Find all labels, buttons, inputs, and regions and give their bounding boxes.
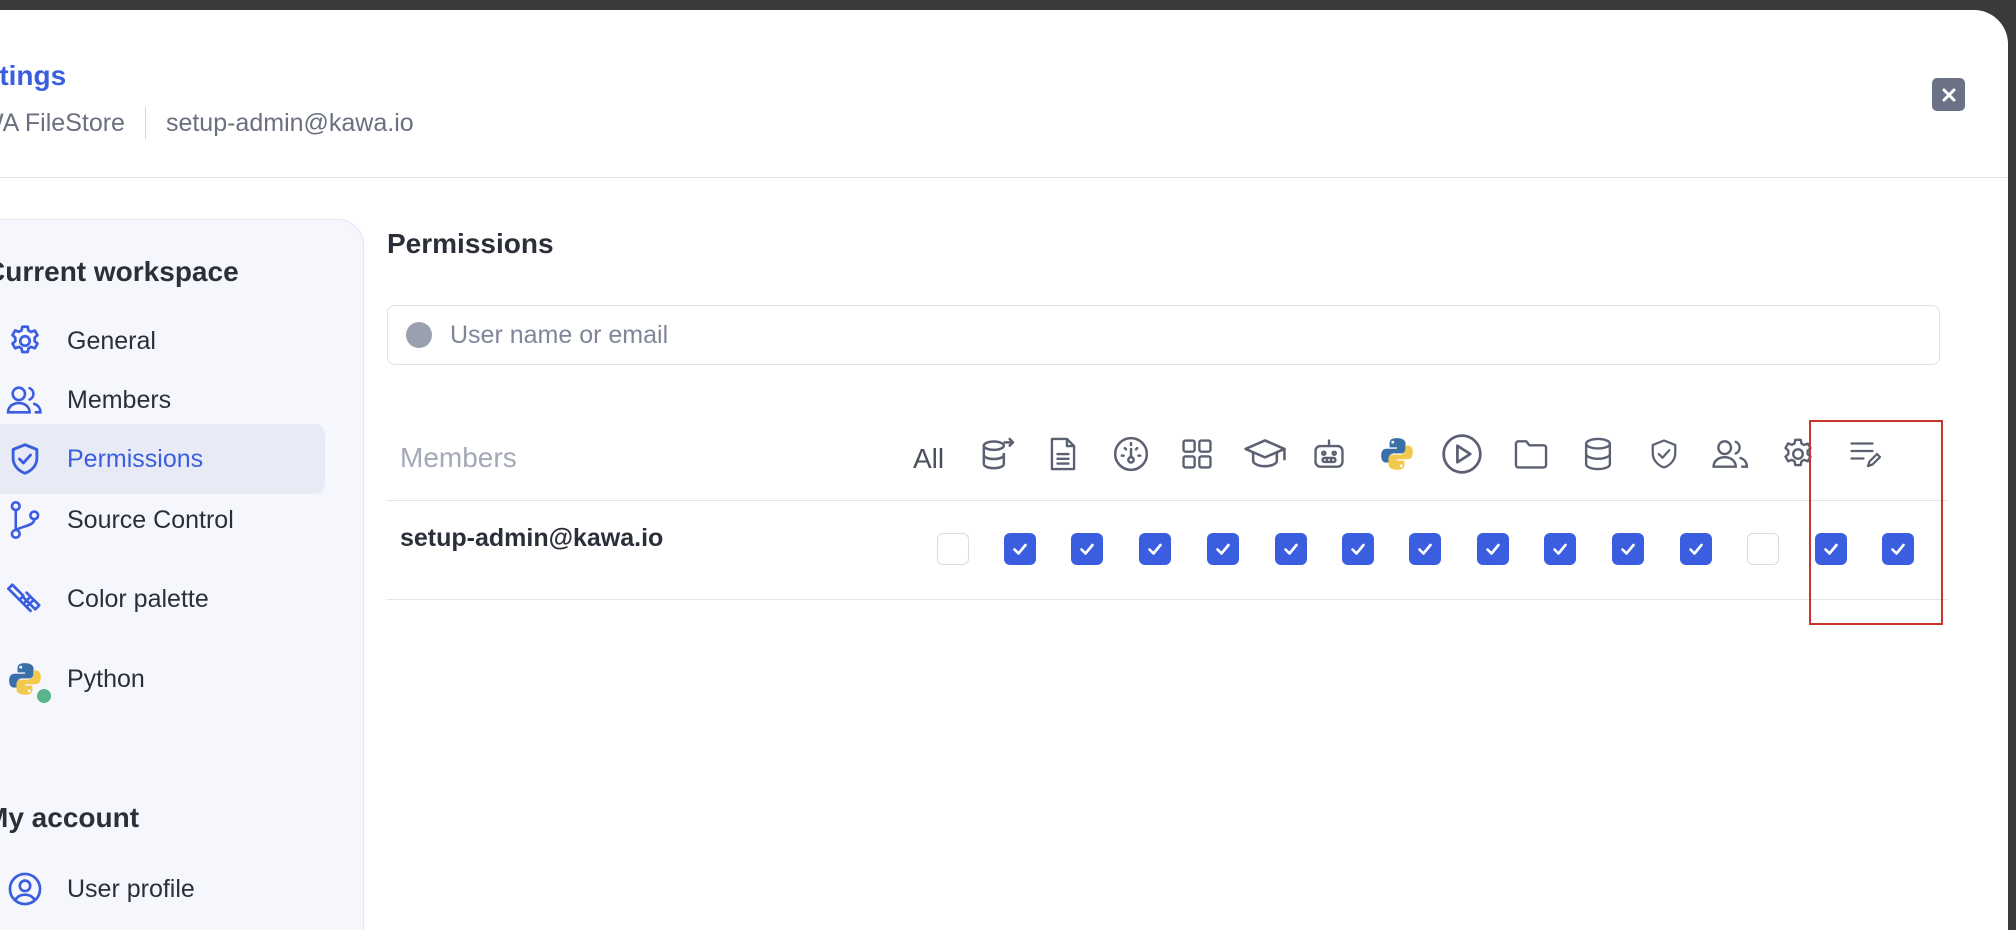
sidebar-item-label: Permissions (67, 444, 204, 473)
check-icon (1621, 543, 1635, 555)
paint-brush-icon (3, 577, 47, 621)
checkbox-members[interactable] (1747, 533, 1779, 565)
check-icon (1418, 543, 1432, 555)
sidebar-item-source-control[interactable]: Source Control (0, 485, 325, 555)
my-account-heading: My account (0, 802, 140, 833)
sidebar-item-label: Source Control (67, 505, 234, 534)
sidebar-item-python[interactable]: Python (0, 644, 325, 714)
workspace-name: WA FileStore (0, 108, 125, 137)
modal-title: ttings (0, 60, 67, 91)
sidebar-item-label: Color palette (67, 584, 209, 613)
shield-check-icon (3, 437, 47, 481)
modal-header: ttings WA FileStore setup-admin@kawa.io (0, 10, 2008, 178)
current-workspace-heading: Current workspace (0, 256, 239, 287)
check-icon (1553, 543, 1567, 555)
check-icon (1216, 543, 1230, 555)
graduation-cap-icon[interactable] (1243, 432, 1287, 476)
robot-icon[interactable] (1307, 432, 1351, 476)
check-icon (1284, 543, 1298, 555)
python-status-dot (35, 687, 53, 705)
search-box[interactable] (387, 305, 1940, 365)
gear-icon (3, 319, 47, 363)
checkbox-security[interactable] (1680, 533, 1712, 565)
checkbox-settings[interactable] (1815, 533, 1847, 565)
checkbox-run[interactable] (1477, 533, 1509, 565)
check-icon (1080, 543, 1094, 555)
list-edit-icon[interactable] (1843, 432, 1887, 476)
table-row: setup-admin@kawa.io (387, 501, 1948, 600)
folder-icon[interactable] (1509, 432, 1553, 476)
checkbox-database-export[interactable] (1004, 533, 1036, 565)
shield-check-icon[interactable] (1642, 432, 1686, 476)
permissions-table-header: Members All (387, 410, 1948, 501)
settings-modal: ttings WA FileStore setup-admin@kawa.io … (0, 10, 2008, 930)
all-column-header[interactable]: All (913, 443, 944, 475)
play-circle-icon[interactable] (1440, 432, 1484, 476)
checkbox-python[interactable] (1409, 533, 1441, 565)
check-icon (1824, 543, 1838, 555)
database-export-icon[interactable] (976, 432, 1020, 476)
checkbox-robot[interactable] (1342, 533, 1374, 565)
document-icon[interactable] (1041, 432, 1085, 476)
checkbox-folder[interactable] (1544, 533, 1576, 565)
checkbox-dashboard[interactable] (1139, 533, 1171, 565)
python-icon[interactable] (1375, 432, 1419, 476)
members-column-header: Members (400, 442, 517, 473)
sidebar-item-label: Python (67, 664, 145, 693)
checkbox-database[interactable] (1612, 533, 1644, 565)
modal-subtitle: WA FileStore setup-admin@kawa.io (0, 107, 414, 139)
sidebar-item-label: User profile (67, 874, 195, 903)
check-icon (1486, 543, 1500, 555)
page-title: Permissions (387, 228, 554, 259)
users-icon (3, 378, 47, 422)
apps-grid-icon[interactable] (1175, 432, 1219, 476)
database-icon[interactable] (1576, 432, 1620, 476)
check-icon (1148, 543, 1162, 555)
check-icon (1689, 543, 1703, 555)
search-input[interactable] (448, 319, 1852, 351)
checkbox-apps[interactable] (1207, 533, 1239, 565)
sidebar-item-permissions[interactable]: Permissions (0, 424, 325, 494)
checkbox-document[interactable] (1071, 533, 1103, 565)
gear-icon[interactable] (1776, 432, 1820, 476)
user-circle-icon (3, 867, 47, 911)
settings-sidebar: Current workspace General Members Permis… (0, 219, 364, 930)
sidebar-item-user-profile[interactable]: User profile (0, 854, 325, 924)
checkbox-edit[interactable] (1882, 533, 1914, 565)
sidebar-item-label: General (67, 326, 156, 355)
subtitle-divider (144, 107, 146, 139)
current-user-email: setup-admin@kawa.io (165, 108, 414, 137)
close-icon (1942, 88, 1955, 101)
sidebar-item-color-palette[interactable]: Color palette (0, 564, 325, 634)
check-icon (1891, 543, 1905, 555)
member-email: setup-admin@kawa.io (400, 524, 664, 552)
users-icon[interactable] (1709, 432, 1753, 476)
git-branch-icon (3, 498, 47, 542)
search-icon (406, 322, 432, 348)
checkbox-all[interactable] (937, 533, 969, 565)
check-icon (1013, 543, 1027, 555)
python-icon (3, 657, 53, 705)
check-icon (1351, 543, 1365, 555)
dashboard-gauge-icon[interactable] (1109, 432, 1153, 476)
checkbox-learning[interactable] (1275, 533, 1307, 565)
sidebar-item-label: Members (67, 385, 172, 414)
close-button[interactable] (1932, 78, 1965, 111)
